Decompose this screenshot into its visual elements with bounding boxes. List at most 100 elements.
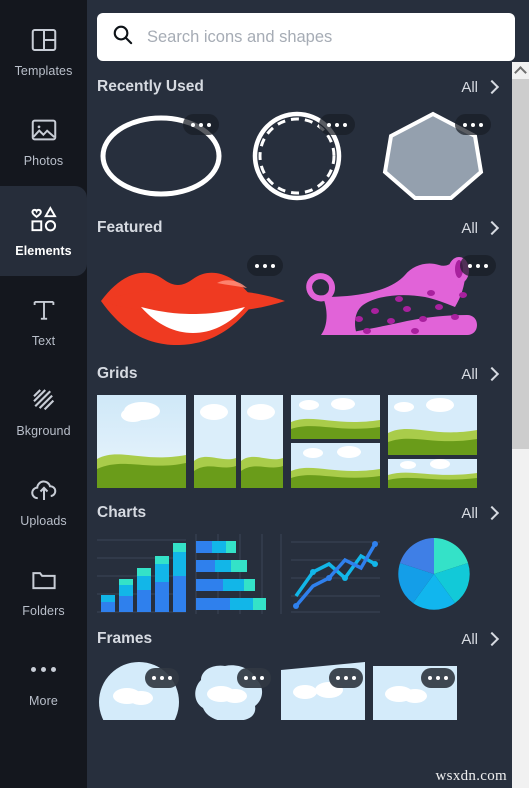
more-options-icon[interactable] <box>460 255 496 276</box>
background-icon <box>29 385 59 415</box>
pie-chart-svg <box>398 538 470 610</box>
sections-scroll-area: Recently Used All Featured All Grids All… <box>87 62 512 788</box>
section-featured: Featured All <box>87 203 512 349</box>
chart-item-stacked-bar[interactable] <box>97 534 186 614</box>
chevron-right-icon <box>487 80 496 95</box>
frame-item-circle[interactable] <box>97 660 181 720</box>
more-options-icon[interactable] <box>145 668 179 688</box>
frame-item-blob[interactable] <box>189 660 273 720</box>
sidebar-label-folders: Folders <box>22 603 65 618</box>
see-all-featured[interactable]: All <box>461 220 496 237</box>
panel-scrollbar[interactable] <box>512 62 529 788</box>
section-header-grids: Grids All <box>97 349 512 395</box>
grid-item-two-rows[interactable] <box>291 395 380 488</box>
chevron-up-icon[interactable] <box>512 62 529 79</box>
sidebar-item-uploads[interactable]: Uploads <box>0 456 87 546</box>
more-options-icon[interactable] <box>247 255 283 276</box>
elements-content-panel: Recently Used All <box>87 0 529 788</box>
sidebar-label-photos: Photos <box>23 153 64 168</box>
section-frames: Frames All <box>87 614 512 720</box>
section-title: Featured <box>97 219 163 236</box>
frame-item-skew-rectangle[interactable] <box>281 660 365 720</box>
stacked-bar-chart-svg <box>97 539 186 613</box>
frames-row <box>97 660 512 720</box>
sidebar-item-elements[interactable]: Elements <box>0 186 87 276</box>
recent-item-ellipse[interactable] <box>97 108 225 203</box>
featured-row <box>97 249 512 349</box>
more-dots-icon <box>29 655 59 685</box>
elements-panel-app: Templates Photos Elements Text Bkground … <box>0 0 529 788</box>
sidebar-label-background: Bkground <box>16 423 71 438</box>
section-charts: Charts All <box>87 488 512 614</box>
line-chart-svg <box>291 541 380 613</box>
see-all-charts[interactable]: All <box>461 505 496 522</box>
chevron-right-icon <box>487 367 496 382</box>
section-title: Charts <box>97 504 147 521</box>
sidebar-item-folders[interactable]: Folders <box>0 546 87 636</box>
frame-item-rectangle[interactable] <box>373 660 457 720</box>
see-all-label: All <box>461 504 478 522</box>
chevron-right-icon <box>487 506 496 521</box>
see-all-label: All <box>461 630 478 648</box>
elements-icon <box>29 205 59 235</box>
section-header-frames: Frames All <box>97 614 512 660</box>
left-sidebar: Templates Photos Elements Text Bkground … <box>0 0 87 788</box>
section-header-charts: Charts All <box>97 488 512 534</box>
section-title: Frames <box>97 630 153 647</box>
templates-icon <box>29 25 59 55</box>
see-all-recently-used[interactable]: All <box>461 79 496 96</box>
watermark: wsxdn.com <box>435 768 507 784</box>
more-options-icon[interactable] <box>421 668 455 688</box>
sidebar-item-text[interactable]: Text <box>0 276 87 366</box>
more-options-icon[interactable] <box>319 114 355 135</box>
sidebar-label-uploads: Uploads <box>20 513 67 528</box>
grid-item-two-columns[interactable] <box>194 395 283 488</box>
sidebar-item-templates[interactable]: Templates <box>0 6 87 96</box>
more-options-icon[interactable] <box>455 114 491 135</box>
search-box[interactable] <box>97 13 515 61</box>
more-options-icon[interactable] <box>237 668 271 688</box>
featured-item-lips[interactable] <box>97 249 289 349</box>
grid-item-three-rows[interactable] <box>388 395 477 488</box>
see-all-label: All <box>461 365 478 383</box>
search-bar-container <box>87 0 529 61</box>
scrollbar-thumb[interactable] <box>512 79 529 449</box>
chart-item-line[interactable] <box>291 534 380 614</box>
sidebar-item-photos[interactable]: Photos <box>0 96 87 186</box>
horizontal-bar-chart-svg <box>195 534 282 614</box>
see-all-grids[interactable]: All <box>461 366 496 383</box>
see-all-frames[interactable]: All <box>461 631 496 648</box>
search-input[interactable] <box>147 27 501 47</box>
chart-item-pie[interactable] <box>388 534 477 614</box>
section-recently-used: Recently Used All <box>87 62 512 203</box>
recent-item-dashed-circle[interactable] <box>233 108 361 203</box>
see-all-label: All <box>461 78 478 96</box>
section-title: Recently Used <box>97 78 204 95</box>
chart-item-horizontal-bar[interactable] <box>194 534 283 614</box>
grid-item-single[interactable] <box>97 395 186 488</box>
see-all-label: All <box>461 219 478 237</box>
chevron-right-icon <box>487 221 496 236</box>
sidebar-item-more[interactable]: More <box>0 636 87 726</box>
section-grids: Grids All <box>87 349 512 488</box>
more-options-icon[interactable] <box>329 668 363 688</box>
recent-item-heptagon[interactable] <box>369 108 497 203</box>
chevron-right-icon <box>487 632 496 647</box>
section-header-recently-used: Recently Used All <box>97 62 512 108</box>
search-icon <box>111 23 134 51</box>
recently-used-row <box>97 108 512 203</box>
photos-icon <box>29 115 59 145</box>
section-header-featured: Featured All <box>97 203 512 249</box>
text-icon <box>29 295 59 325</box>
featured-item-leopard[interactable] <box>297 249 502 349</box>
more-options-icon[interactable] <box>183 114 219 135</box>
sidebar-label-templates: Templates <box>14 63 73 78</box>
sidebar-label-elements: Elements <box>15 243 72 258</box>
section-title: Grids <box>97 365 138 382</box>
sidebar-item-background[interactable]: Bkground <box>0 366 87 456</box>
sidebar-label-more: More <box>29 693 58 708</box>
folders-icon <box>29 565 59 595</box>
charts-row <box>97 534 512 614</box>
uploads-icon <box>29 475 59 505</box>
grids-row <box>97 395 512 488</box>
